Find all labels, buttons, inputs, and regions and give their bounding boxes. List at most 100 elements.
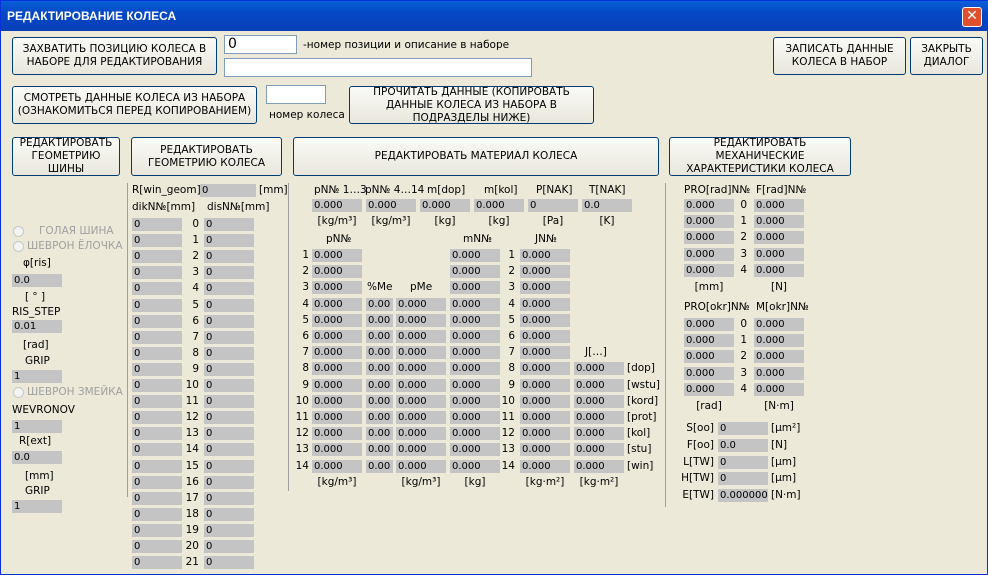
- edit-wheel-geometry-button[interactable]: РЕДАКТИРОВАТЬ ГЕОМЕТРИЮ КОЛЕСА: [131, 137, 282, 176]
- p-field[interactable]: 0.000: [312, 411, 362, 424]
- dik-field[interactable]: 0: [132, 411, 182, 425]
- p-me-field[interactable]: 0.000: [396, 443, 446, 457]
- position-description-input[interactable]: [224, 58, 532, 77]
- edit-wheel-material-button[interactable]: РЕДАКТИРОВАТЬ МАТЕРИАЛ КОЛЕСА: [293, 137, 659, 176]
- r-ext-field[interactable]: 0.0: [12, 451, 62, 464]
- dis-field[interactable]: 0: [204, 395, 254, 409]
- close-icon[interactable]: ✕: [962, 7, 982, 27]
- j-field[interactable]: 0.000: [520, 265, 570, 279]
- p-field[interactable]: 0.000: [312, 330, 362, 343]
- j-field[interactable]: 0.000: [520, 281, 570, 295]
- pct-me-field[interactable]: 0.00: [366, 313, 393, 327]
- write-wheel-data-button[interactable]: ЗАПИСАТЬ ДАННЫЕ КОЛЕСА В НАБОР: [773, 37, 906, 75]
- extra-field[interactable]: 0.000000: [718, 489, 768, 503]
- dis-field[interactable]: 0: [204, 346, 254, 360]
- dis-field[interactable]: 0: [204, 298, 254, 312]
- j-field[interactable]: 0.000: [520, 459, 570, 473]
- dik-field[interactable]: 0: [132, 330, 182, 344]
- j-field[interactable]: 0.000: [520, 362, 570, 376]
- dik-field[interactable]: 0: [132, 346, 182, 360]
- m-okr-field[interactable]: 0.000: [754, 318, 804, 331]
- f-rad-field[interactable]: 0.000: [754, 263, 804, 277]
- p-field[interactable]: 0.000: [312, 394, 362, 408]
- p-field[interactable]: 0.000: [312, 265, 362, 279]
- j-field[interactable]: 0.000: [520, 313, 570, 327]
- m-field[interactable]: 0.000: [450, 297, 500, 311]
- dik-field[interactable]: 0: [132, 250, 182, 264]
- p-field[interactable]: 0.000: [312, 313, 362, 327]
- m-field[interactable]: 0.000: [450, 346, 500, 360]
- m-field[interactable]: 0.000: [450, 362, 500, 376]
- dik-field[interactable]: 0: [132, 507, 182, 521]
- dis-field[interactable]: 0: [204, 330, 254, 344]
- pct-me-field[interactable]: 0.00: [366, 378, 393, 392]
- dik-field[interactable]: 0: [132, 523, 182, 537]
- dik-field[interactable]: 0: [132, 491, 182, 505]
- j-field[interactable]: 0.000: [520, 394, 570, 408]
- grip-field[interactable]: 1: [12, 370, 62, 383]
- p-me-field[interactable]: 0.000: [396, 362, 446, 376]
- material-field-p414[interactable]: 0.000: [366, 199, 416, 212]
- dis-field[interactable]: 0: [204, 475, 254, 489]
- dis-field[interactable]: 0: [204, 379, 254, 392]
- f-rad-field[interactable]: 0.000: [754, 215, 804, 229]
- position-number-input[interactable]: 0: [224, 35, 297, 54]
- dik-field[interactable]: 0: [132, 266, 182, 280]
- pct-me-field[interactable]: 0.00: [366, 443, 393, 457]
- pro-rad-field[interactable]: 0.000: [684, 231, 734, 245]
- m-okr-field[interactable]: 0.000: [754, 366, 804, 380]
- j-extra-field[interactable]: 0.000: [574, 378, 624, 392]
- pro-okr-field[interactable]: 0.000: [684, 334, 734, 348]
- edit-mechanical-characteristics-button[interactable]: РЕДАКТИРОВАТЬ МЕХАНИЧЕСКИЕ ХАРАКТЕРИСТИК…: [669, 137, 851, 176]
- dis-field[interactable]: 0: [204, 507, 254, 521]
- dis-field[interactable]: 0: [204, 556, 254, 570]
- j-extra-field[interactable]: 0.000: [574, 427, 624, 441]
- m-field[interactable]: 0.000: [450, 378, 500, 392]
- capture-position-button[interactable]: ЗАХВАТИТЬ ПОЗИЦИЮ КОЛЕСА В НАБОРЕ ДЛЯ РЕ…: [12, 37, 217, 75]
- pro-okr-field[interactable]: 0.000: [684, 382, 734, 396]
- j-field[interactable]: 0.000: [520, 411, 570, 424]
- pro-rad-field[interactable]: 0.000: [684, 247, 734, 261]
- p-me-field[interactable]: 0.000: [396, 427, 446, 441]
- j-extra-field[interactable]: 0.000: [574, 459, 624, 473]
- dis-field[interactable]: 0: [204, 362, 254, 376]
- j-field[interactable]: 0.000: [520, 297, 570, 311]
- p-field[interactable]: 0.000: [312, 427, 362, 441]
- edit-tire-geometry-button[interactable]: РЕДАКТИРОВАТЬ ГЕОМЕТРИЮ ШИНЫ: [12, 137, 120, 176]
- dis-field[interactable]: 0: [204, 523, 254, 537]
- j-field[interactable]: 0.000: [520, 427, 570, 441]
- pct-me-field[interactable]: 0.00: [366, 346, 393, 360]
- p-me-field[interactable]: 0.000: [396, 297, 446, 311]
- m-field[interactable]: 0.000: [450, 443, 500, 457]
- p-field[interactable]: 0.000: [312, 281, 362, 295]
- material-field-p13[interactable]: 0.000: [312, 199, 362, 212]
- dis-field[interactable]: 0: [204, 234, 254, 248]
- grip2-field[interactable]: 1: [12, 500, 62, 513]
- dis-field[interactable]: 0: [204, 427, 254, 441]
- m-okr-field[interactable]: 0.000: [754, 350, 804, 364]
- pro-rad-field[interactable]: 0.000: [684, 199, 734, 212]
- j-extra-field[interactable]: 0.000: [574, 443, 624, 457]
- pct-me-field[interactable]: 0.00: [366, 427, 393, 441]
- dis-field[interactable]: 0: [204, 459, 254, 473]
- dik-field[interactable]: 0: [132, 234, 182, 248]
- p-me-field[interactable]: 0.000: [396, 330, 446, 343]
- f-rad-field[interactable]: 0.000: [754, 199, 804, 212]
- wevronov-field[interactable]: 1: [12, 420, 62, 433]
- p-field[interactable]: 0.000: [312, 459, 362, 473]
- p-field[interactable]: 0.000: [312, 362, 362, 376]
- pct-me-field[interactable]: 0.00: [366, 297, 393, 311]
- m-field[interactable]: 0.000: [450, 427, 500, 441]
- dik-field[interactable]: 0: [132, 540, 182, 553]
- extra-field[interactable]: 0: [718, 455, 768, 469]
- close-dialog-button[interactable]: ЗАКРЫТЬ ДИАЛОГ: [910, 37, 983, 75]
- radio-chevron-snake[interactable]: [13, 387, 24, 398]
- m-field[interactable]: 0.000: [450, 394, 500, 408]
- p-me-field[interactable]: 0.000: [396, 459, 446, 473]
- dis-field[interactable]: 0: [204, 250, 254, 264]
- j-field[interactable]: 0.000: [520, 378, 570, 392]
- m-field[interactable]: 0.000: [450, 459, 500, 473]
- dis-field[interactable]: 0: [204, 314, 254, 328]
- p-me-field[interactable]: 0.000: [396, 394, 446, 408]
- m-okr-field[interactable]: 0.000: [754, 382, 804, 396]
